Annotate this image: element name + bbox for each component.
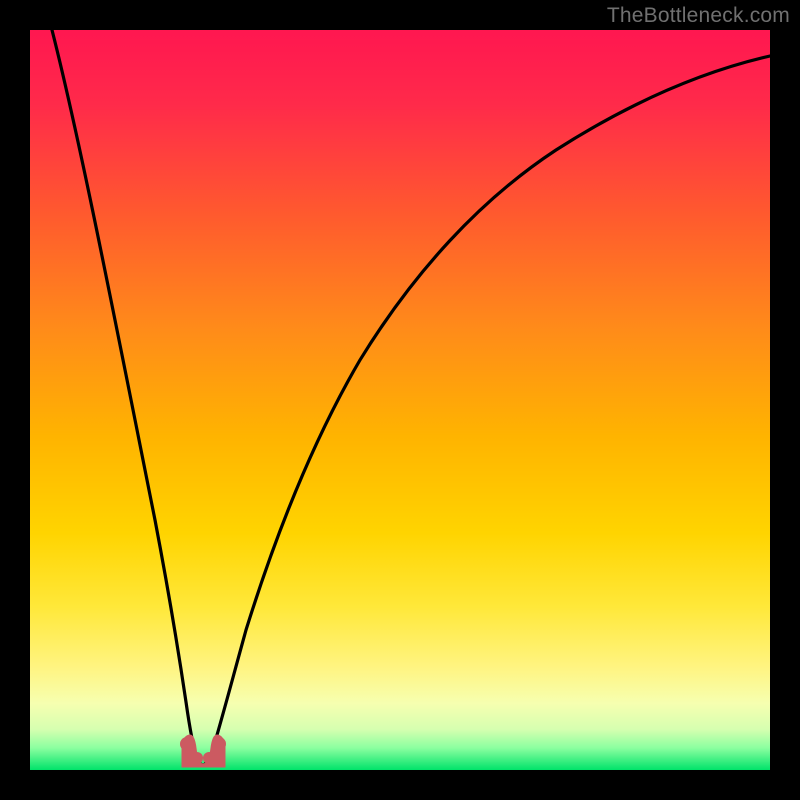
nub-dot-left — [180, 737, 194, 751]
chart-frame: TheBottleneck.com — [0, 0, 800, 800]
plot-background — [30, 30, 770, 770]
nub-dot-right — [212, 737, 226, 751]
nub-dot-mid-right — [203, 752, 215, 764]
watermark-text: TheBottleneck.com — [607, 4, 790, 28]
bottleneck-chart — [0, 0, 800, 800]
nub-dot-mid-left — [191, 752, 203, 764]
